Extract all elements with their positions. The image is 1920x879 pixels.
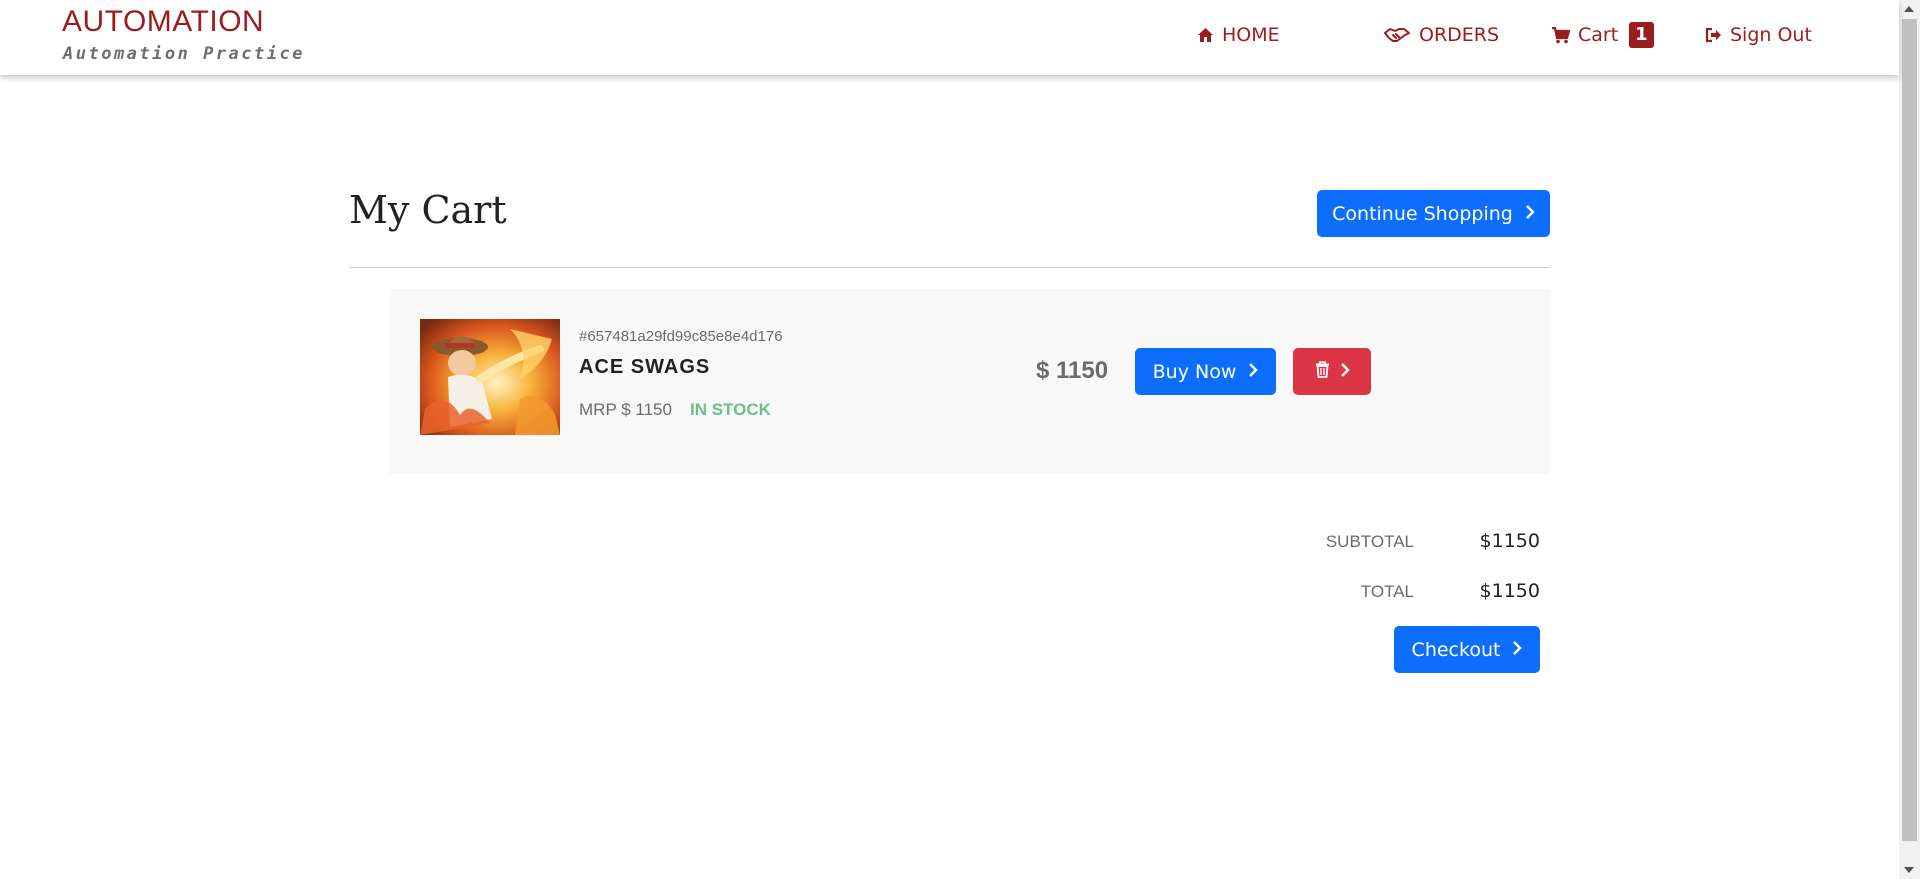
subtotal-value: $1150: [1479, 530, 1540, 552]
nav-home-link[interactable]: HOME: [1197, 20, 1280, 50]
subtotal-label: SUBTOTAL: [1325, 532, 1414, 551]
product-name: ACE SWAGS: [579, 356, 711, 378]
cart-item-card: #657481a29fd99c85e8e4d176 ACE SWAGS MRP …: [389, 289, 1550, 474]
trash-icon: [1315, 360, 1330, 383]
total-value: $1150: [1479, 580, 1540, 602]
scroll-down-arrow-icon[interactable]: [1904, 867, 1914, 873]
scroll-up-arrow-icon[interactable]: [1904, 6, 1914, 12]
page-scrollbar[interactable]: [1899, 0, 1920, 879]
scrollbar-thumb[interactable]: [1902, 19, 1917, 841]
nav-cart-link[interactable]: Cart 1: [1551, 20, 1654, 50]
total-label: TOTAL: [1360, 582, 1414, 601]
nav-orders-label: ORDERS: [1419, 24, 1500, 46]
handshake-icon: [1383, 26, 1411, 44]
item-price: $ 1150: [1036, 357, 1109, 384]
chevron-right-icon: [1340, 361, 1350, 383]
chevron-right-icon: [1525, 203, 1535, 225]
chevron-right-icon: [1512, 639, 1523, 661]
buy-now-button[interactable]: Buy Now: [1135, 348, 1276, 395]
product-id: #657481a29fd99c85e8e4d176: [579, 328, 783, 345]
checkout-label: Checkout: [1411, 638, 1501, 661]
nav-cart-label: Cart: [1578, 24, 1619, 46]
product-image[interactable]: [420, 319, 560, 435]
continue-shopping-button[interactable]: Continue Shopping: [1317, 190, 1550, 237]
stock-status: IN STOCK: [690, 400, 771, 419]
page-title: My Cart: [349, 188, 507, 232]
nav-orders-link[interactable]: ORDERS: [1383, 20, 1499, 50]
header-divider: [349, 267, 1550, 268]
checkout-button[interactable]: Checkout: [1394, 626, 1540, 673]
nav-home-label: HOME: [1222, 24, 1280, 46]
sign-out-icon: [1705, 27, 1722, 43]
nav-signout-link[interactable]: Sign Out: [1705, 20, 1812, 50]
buy-now-label: Buy Now: [1152, 360, 1237, 383]
delete-item-button[interactable]: [1293, 348, 1371, 395]
top-navbar: AUTOMATION Automation Practice HOME ORDE…: [0, 0, 1899, 75]
cart-icon: [1551, 26, 1570, 44]
continue-shopping-label: Continue Shopping: [1332, 202, 1513, 225]
chevron-right-icon: [1248, 361, 1259, 383]
brand-title[interactable]: AUTOMATION: [62, 5, 264, 39]
cart-count-badge: 1: [1629, 22, 1654, 48]
nav-signout-label: Sign Out: [1730, 24, 1812, 46]
brand-subtitle: Automation Practice: [63, 44, 305, 64]
home-icon: [1197, 27, 1214, 43]
product-mrp: MRP $ 1150: [579, 400, 672, 419]
